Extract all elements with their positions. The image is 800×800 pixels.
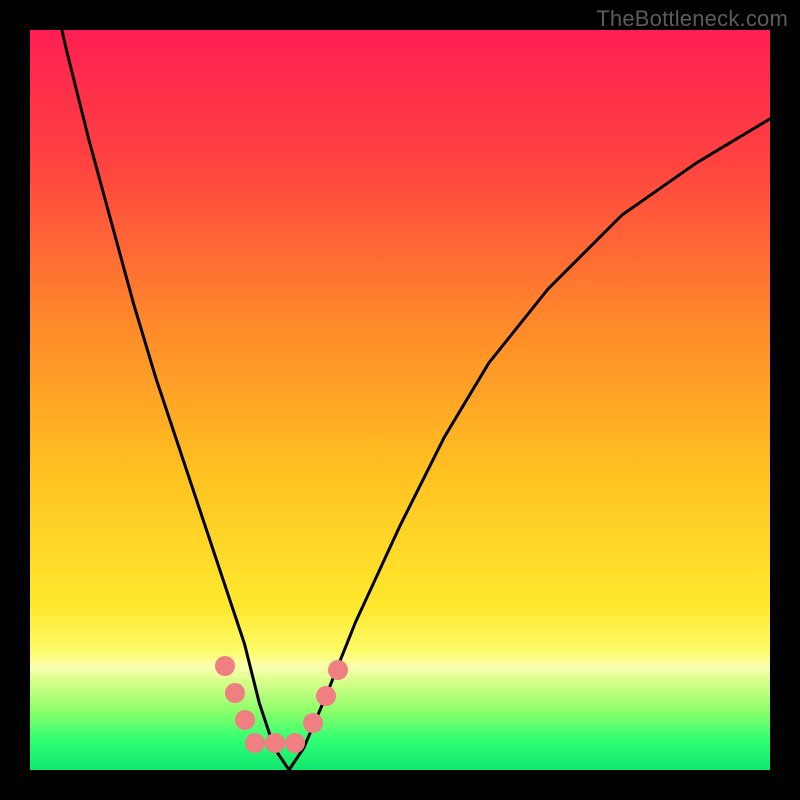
marker-dot	[235, 710, 255, 730]
marker-dot	[265, 733, 285, 753]
marker-dot	[316, 686, 336, 706]
highlight-markers	[215, 656, 348, 753]
bottleneck-curve	[30, 30, 770, 770]
marker-dot	[285, 733, 305, 753]
watermark-text: TheBottleneck.com	[596, 6, 788, 32]
curve-layer	[30, 30, 770, 770]
marker-dot	[245, 733, 265, 753]
marker-dot	[303, 713, 323, 733]
marker-dot	[328, 660, 348, 680]
marker-dot	[215, 656, 235, 676]
marker-dot	[225, 683, 245, 703]
plot-area	[30, 30, 770, 770]
chart-frame: TheBottleneck.com	[0, 0, 800, 800]
